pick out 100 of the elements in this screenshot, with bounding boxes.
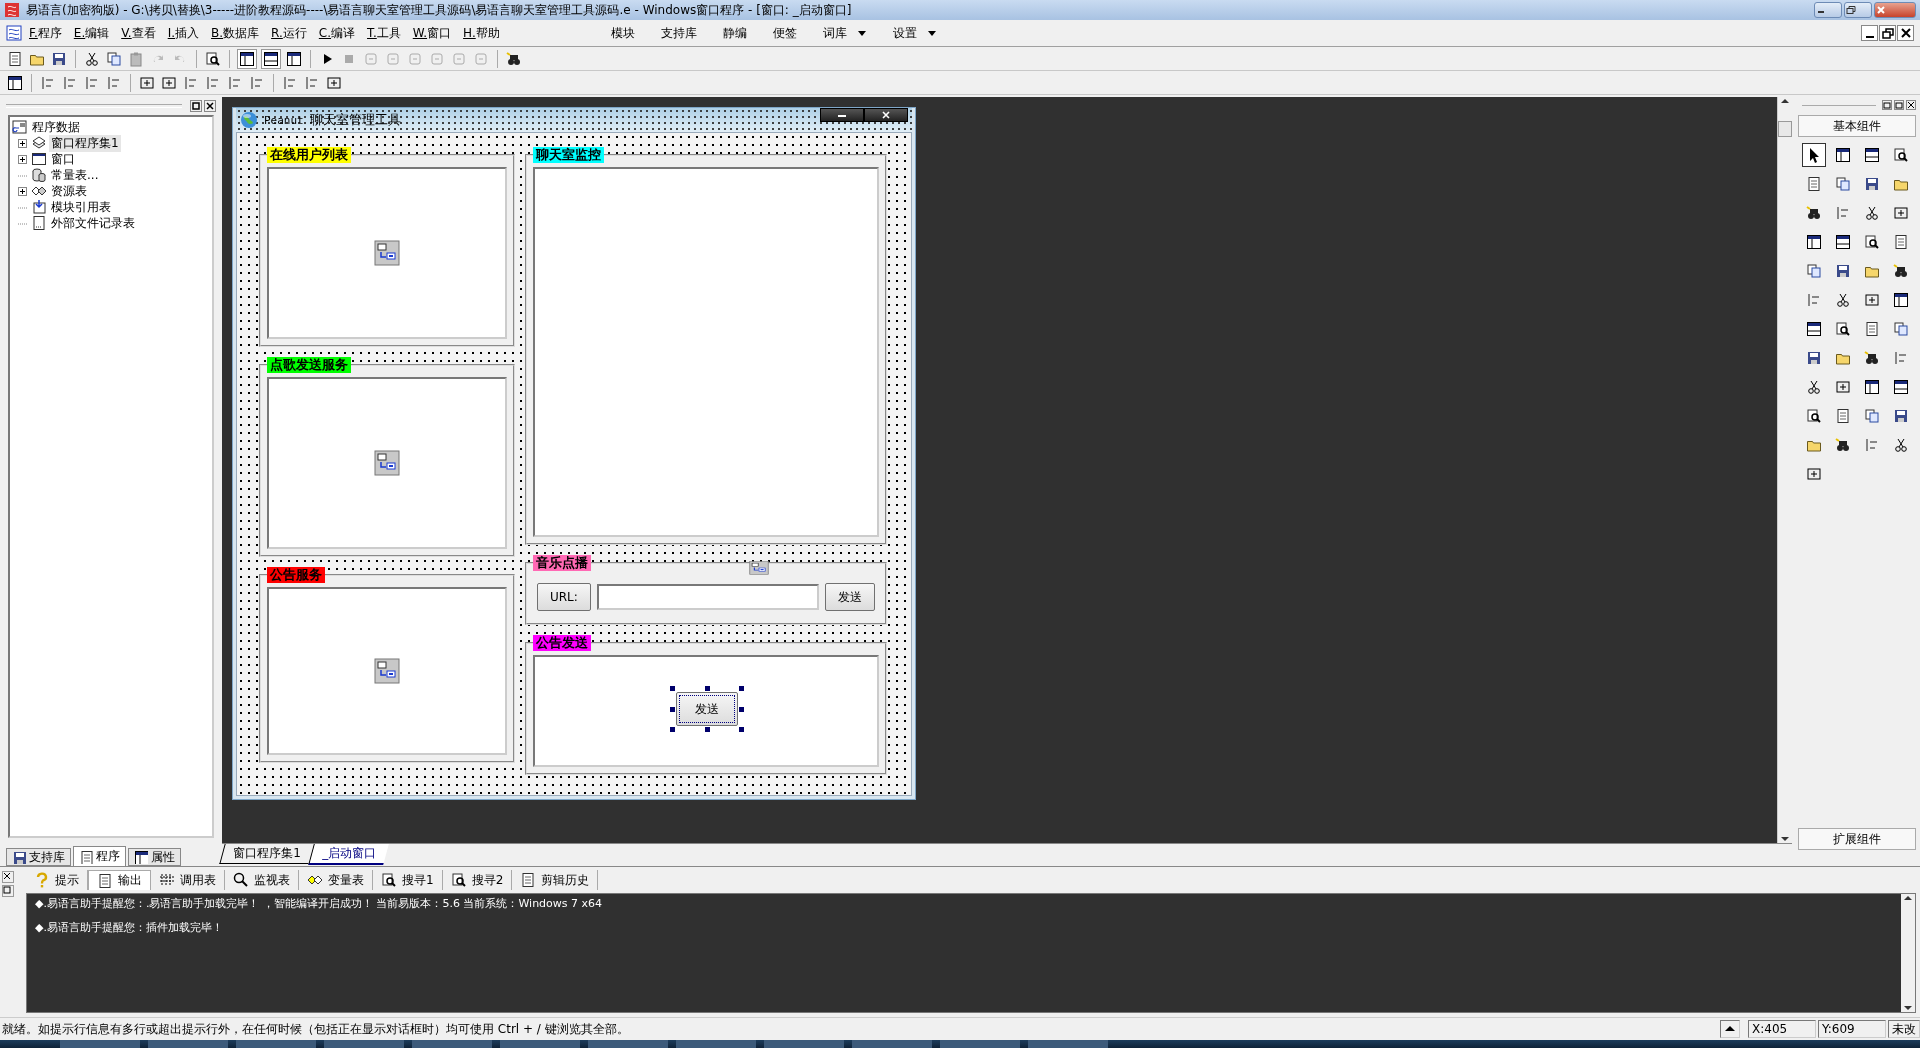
binoculars-icon[interactable] <box>506 50 522 67</box>
menu-item[interactable]: R.运行 <box>266 22 312 44</box>
resize-handle[interactable] <box>670 727 675 732</box>
find-icon[interactable] <box>205 50 221 67</box>
component-icon[interactable] <box>1834 147 1851 163</box>
layout-icon[interactable] <box>263 50 279 67</box>
resize-handle[interactable] <box>670 686 675 691</box>
menu-item[interactable]: W.窗口 <box>407 22 457 44</box>
menu-item[interactable]: 便签 <box>760 22 809 44</box>
panel-tab[interactable]: 属性 <box>128 848 181 866</box>
expand-icon[interactable] <box>18 186 27 196</box>
restore-button[interactable] <box>2 885 14 897</box>
output-tab[interactable]: 变量表 <box>299 870 373 890</box>
tree-item[interactable]: 窗口程序集1 <box>49 134 121 152</box>
list-box[interactable] <box>267 587 507 755</box>
output-tab[interactable]: 调用表 <box>151 870 225 890</box>
tree-item[interactable]: 外部文件记录表 <box>49 214 137 232</box>
tree-item[interactable]: 常量表... <box>49 166 101 184</box>
layout-icon[interactable] <box>239 50 255 67</box>
layout-icon[interactable] <box>286 50 302 67</box>
close-button[interactable] <box>2 871 14 883</box>
component-icon[interactable] <box>1892 437 1909 453</box>
send-button[interactable]: 发送 <box>676 692 738 726</box>
close-button[interactable] <box>1906 100 1916 110</box>
menu-item[interactable]: I.插入 <box>162 22 205 44</box>
component-icon[interactable] <box>1863 234 1880 250</box>
component-icon[interactable] <box>1892 263 1909 279</box>
output-tab[interactable]: 监视表 <box>225 870 299 890</box>
resize-handle[interactable] <box>670 707 675 712</box>
component-icon[interactable] <box>1805 234 1822 250</box>
component-icon[interactable] <box>1805 408 1822 424</box>
minimize-button[interactable] <box>1882 100 1892 110</box>
tree-item[interactable]: 模块引用表 <box>49 198 113 216</box>
align-icon[interactable] <box>326 74 342 91</box>
menu-item[interactable]: H.帮助 <box>458 22 505 44</box>
component-icon[interactable] <box>1805 176 1822 192</box>
send-button[interactable]: 发送 <box>825 583 875 611</box>
component-icon[interactable] <box>1863 350 1880 366</box>
scroll-thumb[interactable] <box>1778 121 1792 137</box>
menu-item[interactable]: V.查看 <box>116 22 161 44</box>
component-icon[interactable] <box>1834 321 1851 337</box>
menu-item[interactable]: 静编 <box>710 22 759 44</box>
component-icon[interactable] <box>1805 379 1822 395</box>
component-icon[interactable] <box>1892 147 1909 163</box>
align-icon[interactable] <box>161 74 177 91</box>
component-icon[interactable] <box>1863 379 1880 395</box>
expand-icon[interactable] <box>18 154 27 164</box>
tree-item[interactable]: 资源表 <box>49 182 89 200</box>
align-icon[interactable] <box>139 74 155 91</box>
restore-button[interactable] <box>1894 100 1904 110</box>
vertical-scrollbar[interactable] <box>1777 97 1792 843</box>
component-icon[interactable] <box>1834 408 1851 424</box>
minimize-button[interactable] <box>1814 2 1842 18</box>
menu-item[interactable]: E.编辑 <box>68 22 115 44</box>
minimize-button[interactable] <box>1861 25 1878 41</box>
url-label-button[interactable]: URL: <box>537 583 591 611</box>
menu-item[interactable]: T.工具 <box>362 22 406 44</box>
resize-handle[interactable] <box>705 686 710 691</box>
panel-footer[interactable]: 扩展组件 <box>1798 828 1916 850</box>
component-icon[interactable] <box>1892 205 1909 221</box>
output-tab[interactable]: 搜寻1 <box>373 870 443 890</box>
vertical-scrollbar[interactable] <box>1901 894 1915 1012</box>
component-icon[interactable] <box>1834 379 1851 395</box>
menu-item[interactable]: 支持库 <box>648 22 709 44</box>
component-icon[interactable] <box>1863 321 1880 337</box>
output-tab[interactable]: 搜寻2 <box>442 870 513 890</box>
component-icon[interactable] <box>1892 234 1909 250</box>
component-icon[interactable] <box>1892 379 1909 395</box>
menu-item[interactable]: C.编译 <box>313 22 361 44</box>
component-icon[interactable] <box>1863 147 1880 163</box>
new-file-icon[interactable] <box>7 50 23 67</box>
menu-item[interactable]: F.程序 <box>24 22 67 44</box>
component-icon[interactable] <box>1834 292 1851 308</box>
arrow-up-icon[interactable] <box>1724 1024 1736 1034</box>
resize-handle[interactable] <box>739 686 744 691</box>
menu-item[interactable]: 模块 <box>598 22 647 44</box>
component-icon[interactable] <box>1834 234 1851 250</box>
save-icon[interactable] <box>51 50 67 67</box>
tree-item[interactable]: 程序数据 <box>30 118 82 136</box>
restore-button[interactable] <box>190 100 202 112</box>
restore-button[interactable] <box>1844 2 1872 18</box>
close-button[interactable] <box>864 108 908 122</box>
component-icon[interactable] <box>1834 263 1851 279</box>
table-icon[interactable] <box>7 74 23 91</box>
menu-item[interactable]: B.数据库 <box>206 22 265 44</box>
panel-tab[interactable]: 支持库 <box>6 848 71 866</box>
minimize-button[interactable] <box>820 108 864 122</box>
component-icon[interactable] <box>1863 292 1880 308</box>
panel-tab[interactable]: 程序 <box>73 846 126 866</box>
component-icon[interactable] <box>1892 408 1909 424</box>
cut-icon[interactable] <box>84 50 100 67</box>
url-input-field[interactable] <box>596 584 819 610</box>
component-icon[interactable] <box>1805 350 1822 366</box>
restore-button[interactable] <box>1879 25 1896 41</box>
output-tab[interactable]: 输出 <box>88 870 151 890</box>
close-button[interactable] <box>204 100 216 112</box>
tree-item[interactable]: 窗口 <box>49 150 77 168</box>
component-icon[interactable] <box>1805 466 1822 482</box>
component-icon[interactable] <box>1805 205 1822 221</box>
close-button[interactable] <box>1897 25 1914 41</box>
